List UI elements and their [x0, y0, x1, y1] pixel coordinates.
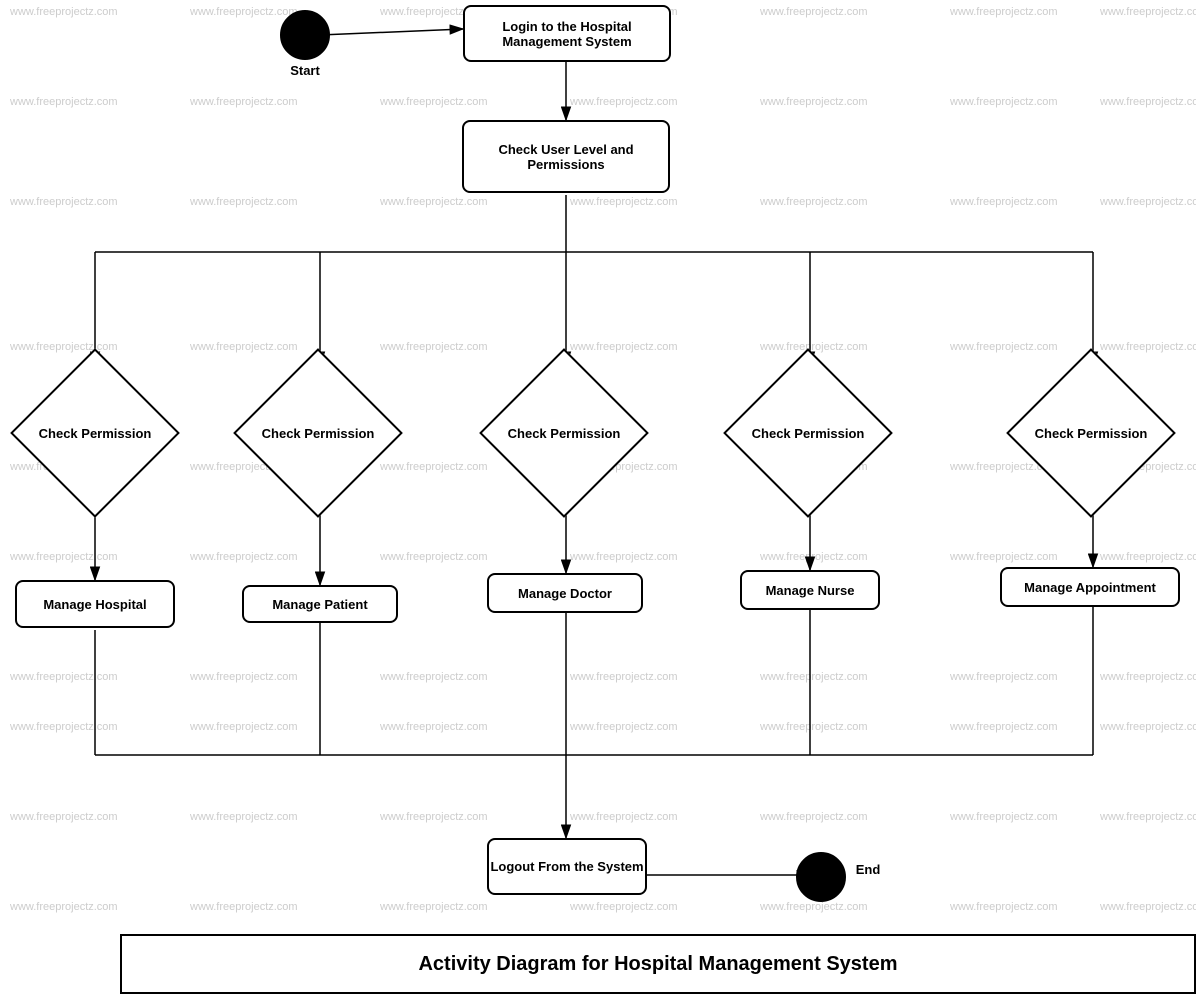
wm: www.freeprojectz.com [379, 671, 488, 683]
wm: www.freeprojectz.com [379, 461, 488, 473]
wm: www.freeprojectz.com [569, 671, 678, 683]
wm: www.freeprojectz.com [569, 341, 678, 353]
diamond1-container: Check Permission [35, 365, 155, 501]
arrow-start-login [320, 29, 463, 35]
wm: www.freeprojectz.com [189, 196, 298, 208]
diamond3-container: Check Permission [504, 365, 624, 501]
wm: www.freeprojectz.com [759, 901, 868, 913]
diagram-title: Activity Diagram for Hospital Management… [418, 953, 897, 976]
diamond5-container: Check Permission [1031, 365, 1151, 501]
wm: www.freeprojectz.com [189, 551, 298, 563]
wm: www.freeprojectz.com [189, 811, 298, 823]
wm: www.freeprojectz.com [189, 6, 298, 18]
wm: www.freeprojectz.com [949, 341, 1058, 353]
wm: www.freeprojectz.com [9, 671, 118, 683]
wm: www.freeprojectz.com [1099, 196, 1196, 208]
wm: www.freeprojectz.com [759, 196, 868, 208]
diamond4: Check Permission [723, 348, 893, 518]
check-user-level-node: Check User Level and Permissions [462, 120, 670, 193]
wm: www.freeprojectz.com [1099, 341, 1196, 353]
wm: www.freeprojectz.com [189, 901, 298, 913]
wm: www.freeprojectz.com [759, 671, 868, 683]
wm: www.freeprojectz.com [379, 901, 488, 913]
manage-appointment-node: Manage Appointment [1000, 567, 1180, 607]
diamond4-container: Check Permission [748, 365, 868, 501]
wm: www.freeprojectz.com [949, 671, 1058, 683]
wm: www.freeprojectz.com [9, 196, 118, 208]
wm: www.freeprojectz.com [189, 671, 298, 683]
wm: www.freeprojectz.com [1099, 551, 1196, 563]
manage-patient-node: Manage Patient [242, 585, 398, 623]
wm: www.freeprojectz.com [1099, 96, 1196, 108]
wm: www.freeprojectz.com [379, 721, 488, 733]
wm: www.freeprojectz.com [1099, 811, 1196, 823]
diamond4-text: Check Permission [750, 375, 866, 491]
end-label: End [848, 862, 888, 877]
wm: www.freeprojectz.com [189, 96, 298, 108]
diamond2-container: Check Permission [258, 365, 378, 501]
wm: www.freeprojectz.com [949, 721, 1058, 733]
wm: www.freeprojectz.com [949, 551, 1058, 563]
wm: www.freeprojectz.com [759, 96, 868, 108]
logout-node: Logout From the System [487, 838, 647, 895]
diamond2: Check Permission [233, 348, 403, 518]
wm: www.freeprojectz.com [9, 6, 118, 18]
wm: www.freeprojectz.com [379, 551, 488, 563]
diamond5-text: Check Permission [1033, 375, 1149, 491]
wm: www.freeprojectz.com [569, 551, 678, 563]
wm: www.freeprojectz.com [189, 341, 298, 353]
wm: www.freeprojectz.com [9, 96, 118, 108]
diamond1-text: Check Permission [37, 375, 153, 491]
diamond1: Check Permission [10, 348, 180, 518]
wm: www.freeprojectz.com [1099, 6, 1196, 18]
wm: www.freeprojectz.com [759, 551, 868, 563]
wm: www.freeprojectz.com [379, 196, 488, 208]
wm: www.freeprojectz.com [759, 811, 868, 823]
wm: www.freeprojectz.com [949, 811, 1058, 823]
manage-hospital-node: Manage Hospital [15, 580, 175, 628]
wm: www.freeprojectz.com [949, 901, 1058, 913]
manage-nurse-node: Manage Nurse [740, 570, 880, 610]
wm: www.freeprojectz.com [569, 811, 678, 823]
wm: www.freeprojectz.com [189, 721, 298, 733]
wm: www.freeprojectz.com [759, 721, 868, 733]
login-node: Login to the Hospital Management System [463, 5, 671, 62]
wm: www.freeprojectz.com [1099, 671, 1196, 683]
wm: www.freeprojectz.com [9, 341, 118, 353]
wm: www.freeprojectz.com [949, 196, 1058, 208]
wm: www.freeprojectz.com [379, 341, 488, 353]
diamond3: Check Permission [479, 348, 649, 518]
wm: www.freeprojectz.com [379, 811, 488, 823]
wm: www.freeprojectz.com [9, 901, 118, 913]
manage-doctor-node: Manage Doctor [487, 573, 643, 613]
wm: www.freeprojectz.com [759, 341, 868, 353]
wm: www.freeprojectz.com [759, 6, 868, 18]
wm: www.freeprojectz.com [1099, 721, 1196, 733]
wm: www.freeprojectz.com [9, 721, 118, 733]
start-circle [280, 10, 330, 60]
wm: www.freeprojectz.com [569, 196, 678, 208]
start-label: Start [270, 63, 340, 78]
wm: www.freeprojectz.com [569, 721, 678, 733]
title-bar: Activity Diagram for Hospital Management… [120, 934, 1196, 994]
wm: www.freeprojectz.com [9, 551, 118, 563]
wm: www.freeprojectz.com [569, 901, 678, 913]
diamond5: Check Permission [1006, 348, 1176, 518]
wm: www.freeprojectz.com [569, 96, 678, 108]
wm: www.freeprojectz.com [9, 811, 118, 823]
diamond3-text: Check Permission [506, 375, 622, 491]
wm: www.freeprojectz.com [1099, 901, 1196, 913]
wm: www.freeprojectz.com [949, 96, 1058, 108]
wm: www.freeprojectz.com [379, 96, 488, 108]
end-circle [796, 852, 846, 902]
diamond2-text: Check Permission [260, 375, 376, 491]
wm: www.freeprojectz.com [949, 6, 1058, 18]
